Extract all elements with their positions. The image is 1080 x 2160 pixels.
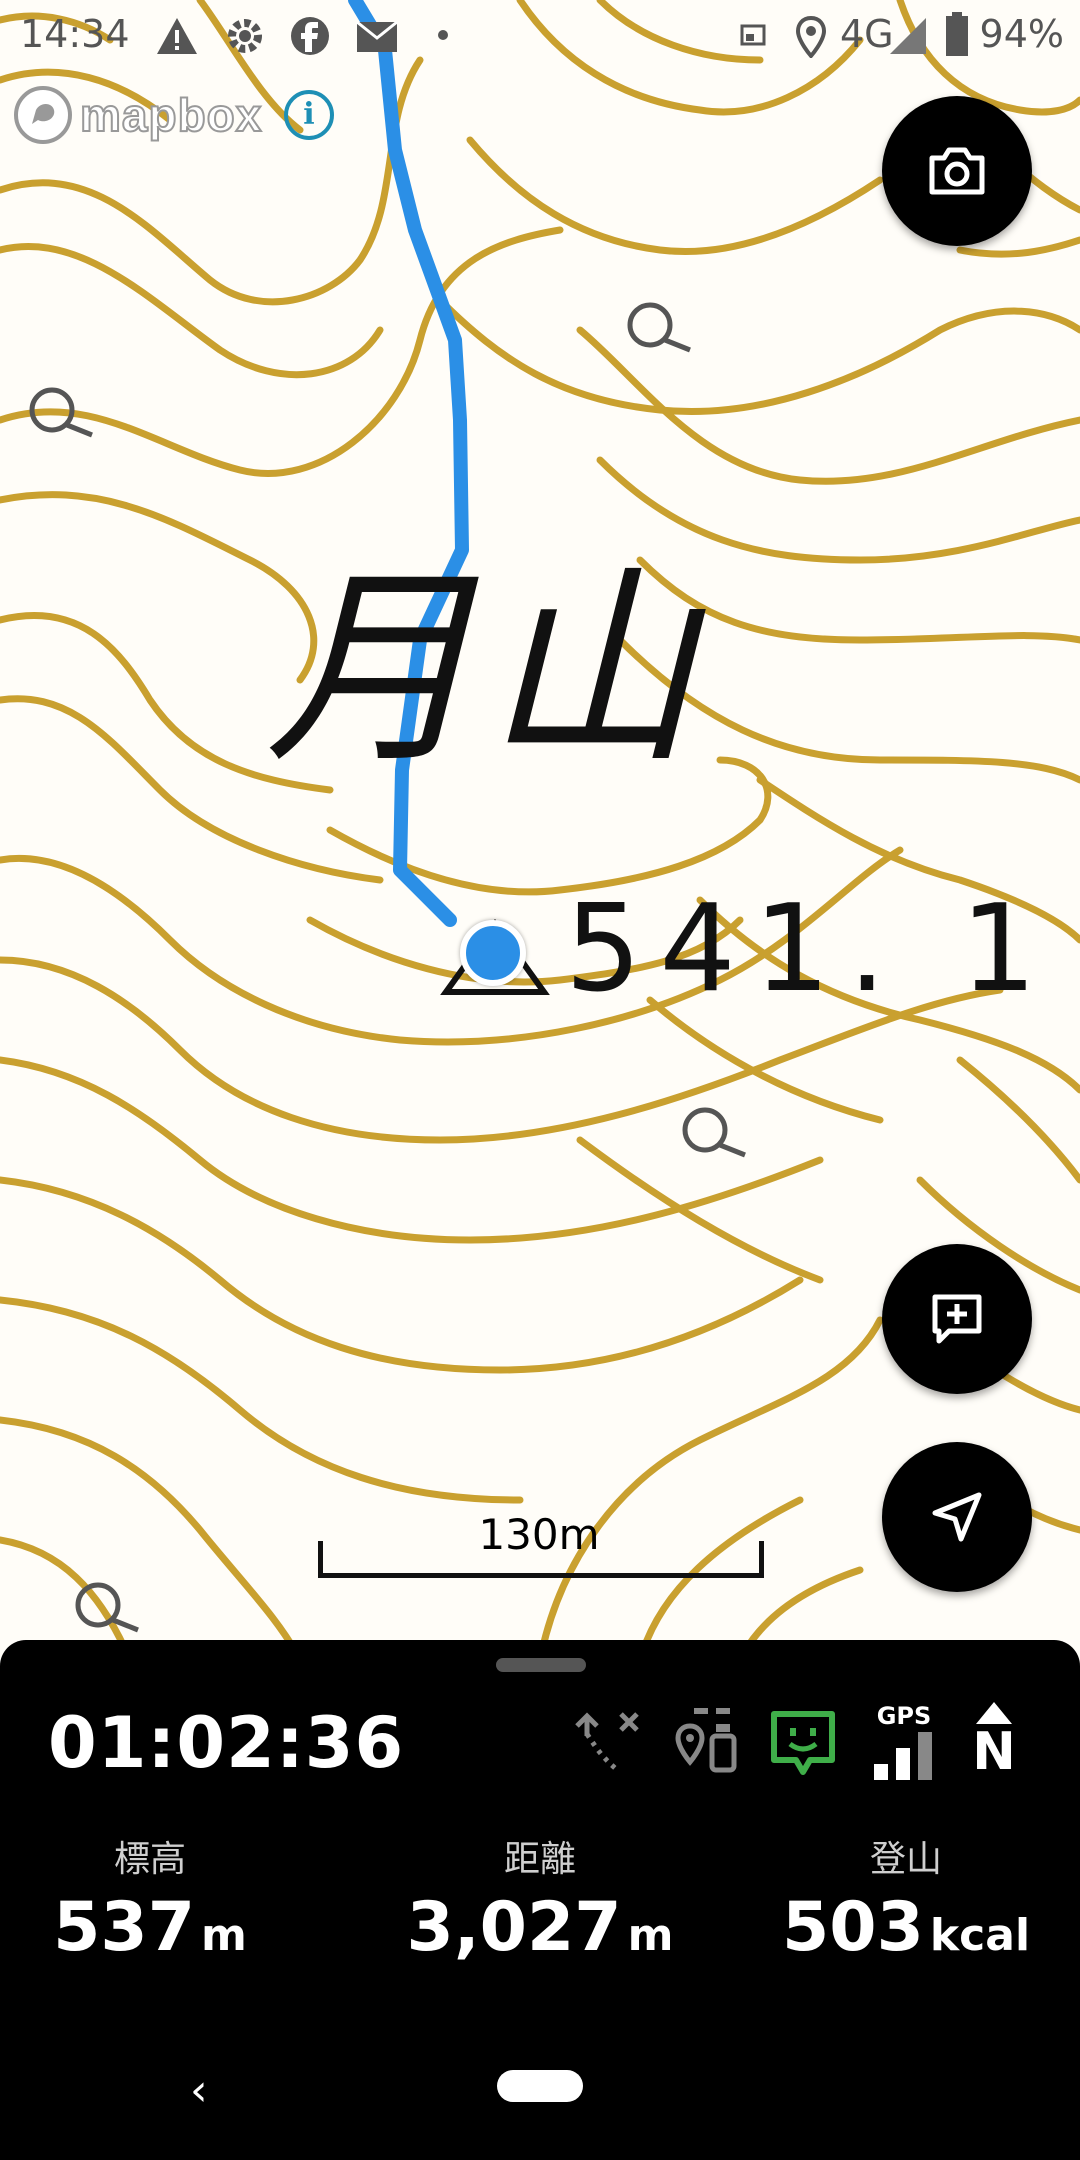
battery-percentage: 94% xyxy=(979,12,1064,56)
stat-unit: m xyxy=(201,1910,247,1961)
scale-bar: 130m xyxy=(318,1510,764,1578)
attribution-info-icon[interactable]: i xyxy=(284,90,334,140)
mapbox-mark-icon xyxy=(14,86,72,144)
status-time: 14:34 xyxy=(20,12,130,56)
add-note-button[interactable] xyxy=(882,1244,1032,1394)
stat-value: 537 xyxy=(53,1888,196,1967)
stat-label: 登山 xyxy=(869,1839,942,1880)
signal-icon xyxy=(890,18,926,54)
stat-label: 標高 xyxy=(113,1839,186,1880)
stat-unit: m xyxy=(627,1910,674,1961)
mapbox-wordmark: mapbox xyxy=(79,88,263,142)
contour-lines xyxy=(0,0,1080,1660)
stat-unit: kcal xyxy=(929,1910,1031,1961)
gps-signal-icon: GPS xyxy=(868,1702,940,1782)
mapbox-logo[interactable]: mapbox xyxy=(12,84,262,146)
location-pin-icon xyxy=(795,16,827,58)
add-note-icon xyxy=(932,1294,982,1344)
topo-map[interactable]: 月山 541. 1 14:34 4G 94% mapbox i 130m xyxy=(0,0,1080,1660)
panel-drag-handle[interactable] xyxy=(496,1658,586,1672)
location-share-icon[interactable] xyxy=(672,1706,742,1778)
locate-button[interactable] xyxy=(882,1442,1032,1592)
battery-icon xyxy=(946,12,968,56)
warning-icon xyxy=(157,18,197,54)
compass-label: N xyxy=(972,1722,1016,1782)
stat-value: 503 xyxy=(781,1888,924,1967)
nav-home-button[interactable] xyxy=(497,2070,583,2102)
network-type: 4G xyxy=(840,12,894,56)
elapsed-time: 01:02:36 xyxy=(48,1702,405,1784)
dot-icon xyxy=(438,30,448,40)
stat-value: 3,027 xyxy=(406,1888,622,1967)
facebook-icon xyxy=(291,17,329,55)
stat-label: 距離 xyxy=(503,1839,576,1880)
settings-icon xyxy=(228,19,262,53)
peak-height-label: 541. 1 xyxy=(565,880,1055,1019)
gps-strength-bars xyxy=(874,1732,932,1780)
current-location-marker xyxy=(460,920,526,986)
camera-button[interactable] xyxy=(882,96,1032,246)
stat-elevation: 標高 537 m xyxy=(0,1830,330,1967)
navigation-arrow-icon xyxy=(932,1492,982,1542)
nav-back-button[interactable]: ‹ xyxy=(190,2065,208,2116)
mail-icon xyxy=(356,20,398,52)
gps-label: GPS xyxy=(876,1702,932,1730)
status-bar: 14:34 4G 94% xyxy=(0,0,1080,72)
peak-name-label: 月山 xyxy=(265,547,706,792)
stat-calories: 登山 503 kcal xyxy=(726,1830,1080,1967)
cast-icon xyxy=(740,24,766,46)
scale-line xyxy=(318,1541,764,1578)
camera-icon xyxy=(929,147,985,195)
route-off-icon[interactable] xyxy=(575,1706,645,1776)
compass-icon[interactable]: N xyxy=(964,1700,1024,1790)
companion-face-icon[interactable] xyxy=(768,1706,838,1778)
stat-distance: 距離 3,027 m xyxy=(360,1830,720,1967)
